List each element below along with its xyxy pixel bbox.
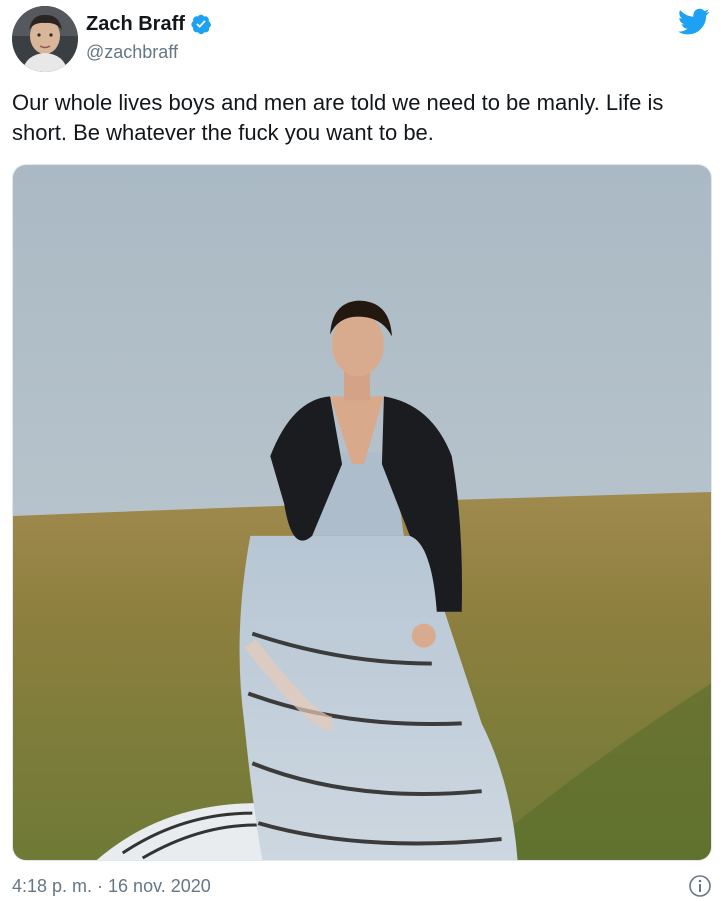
avatar[interactable] — [12, 6, 78, 72]
tweet-footer: 4:18 p. m. · 16 nov. 2020 — [12, 873, 712, 899]
author-display-name[interactable]: Zach Braff — [86, 12, 185, 36]
photo-image — [13, 165, 711, 860]
twitter-bird-icon[interactable] — [678, 8, 710, 36]
tweet-text: Our whole lives boys and men are told we… — [12, 90, 664, 145]
author-name-row: Zach Braff — [86, 12, 212, 36]
tweet-card: Zach Braff @zachbraff Our whole lives bo… — [0, 0, 728, 901]
tweet-timestamp[interactable]: 4:18 p. m. · 16 nov. 2020 — [12, 876, 211, 897]
verified-badge-icon — [191, 14, 211, 35]
info-icon[interactable] — [688, 874, 712, 898]
author-handle[interactable]: @zachbraff — [86, 41, 178, 63]
avatar-image — [12, 6, 78, 72]
tweet-photo[interactable] — [12, 164, 712, 861]
